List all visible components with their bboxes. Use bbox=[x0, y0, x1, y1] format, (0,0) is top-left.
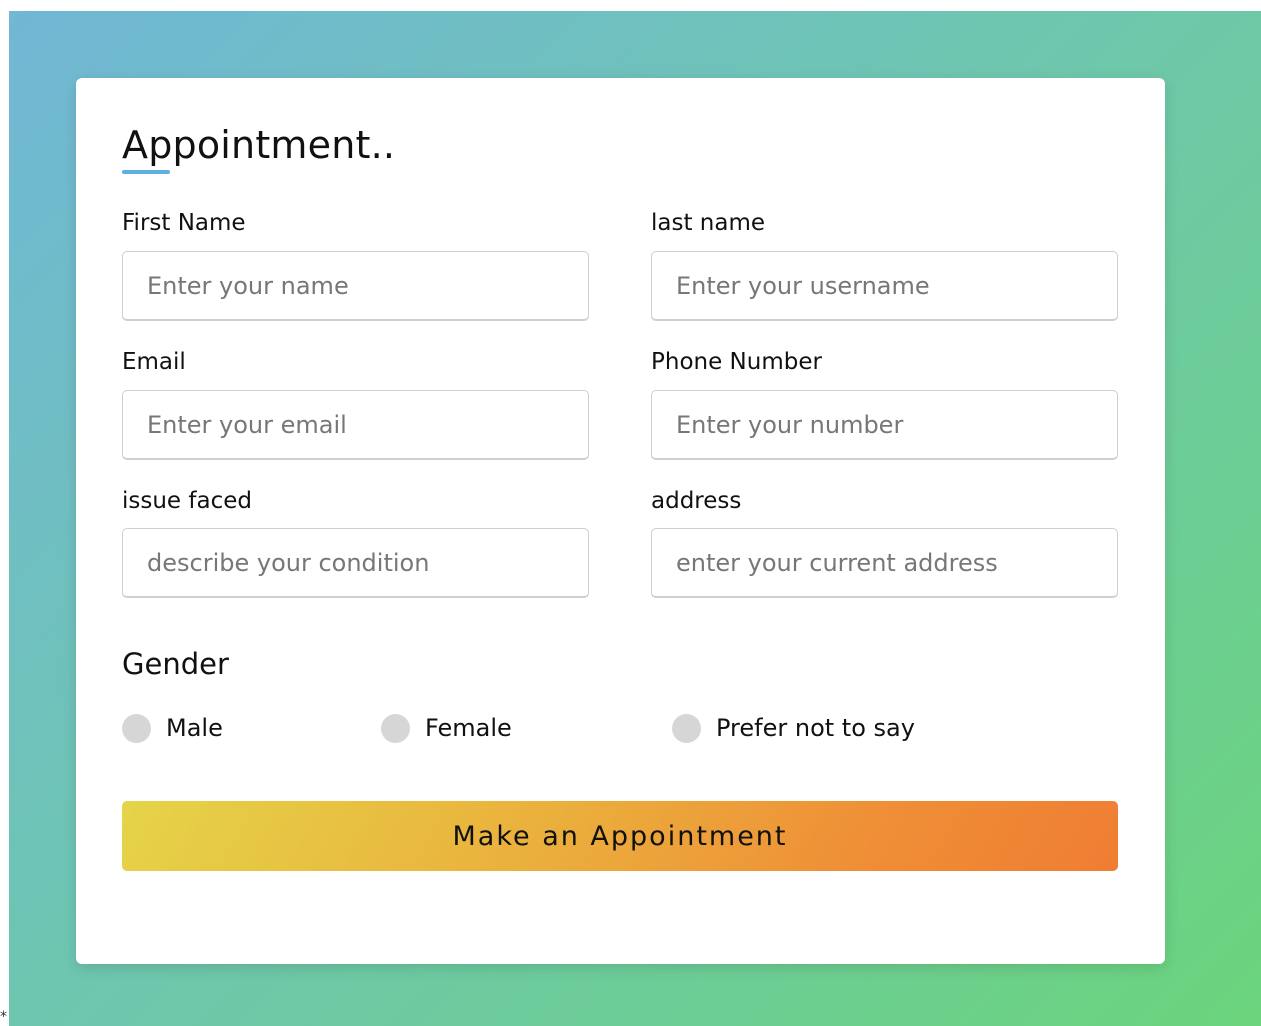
gender-option-label: Prefer not to say bbox=[716, 714, 915, 742]
last-name-label: last name bbox=[651, 210, 766, 236]
gender-heading: Gender bbox=[122, 647, 229, 681]
issue-faced-label: issue faced bbox=[122, 488, 252, 514]
corner-asterisk: * bbox=[0, 1009, 7, 1025]
appointment-form-card: Appointment.. First Name last name Email… bbox=[76, 78, 1165, 964]
first-name-input[interactable] bbox=[122, 251, 589, 321]
gender-option-prefer-not-to-say[interactable]: Prefer not to say bbox=[672, 712, 915, 744]
gender-option-female[interactable]: Female bbox=[381, 712, 512, 744]
page-background: Appointment.. First Name last name Email… bbox=[9, 11, 1261, 1026]
phone-number-label: Phone Number bbox=[651, 349, 822, 375]
gender-option-label: Female bbox=[425, 714, 512, 742]
address-label: address bbox=[651, 488, 742, 514]
radio-circle-icon[interactable] bbox=[672, 713, 701, 743]
address-input[interactable] bbox=[651, 528, 1118, 598]
gender-option-male[interactable]: Male bbox=[122, 712, 223, 744]
gender-option-label: Male bbox=[166, 714, 223, 742]
last-name-input[interactable] bbox=[651, 251, 1118, 321]
email-input[interactable] bbox=[122, 390, 589, 460]
form-title: Appointment.. bbox=[122, 123, 396, 167]
title-underline bbox=[122, 170, 170, 174]
phone-number-input[interactable] bbox=[651, 390, 1118, 460]
issue-faced-input[interactable] bbox=[122, 528, 589, 598]
radio-circle-icon[interactable] bbox=[381, 713, 410, 743]
email-label: Email bbox=[122, 349, 186, 375]
radio-circle-icon[interactable] bbox=[122, 713, 151, 743]
make-appointment-button[interactable]: Make an Appointment bbox=[122, 801, 1118, 871]
first-name-label: First Name bbox=[122, 210, 246, 236]
